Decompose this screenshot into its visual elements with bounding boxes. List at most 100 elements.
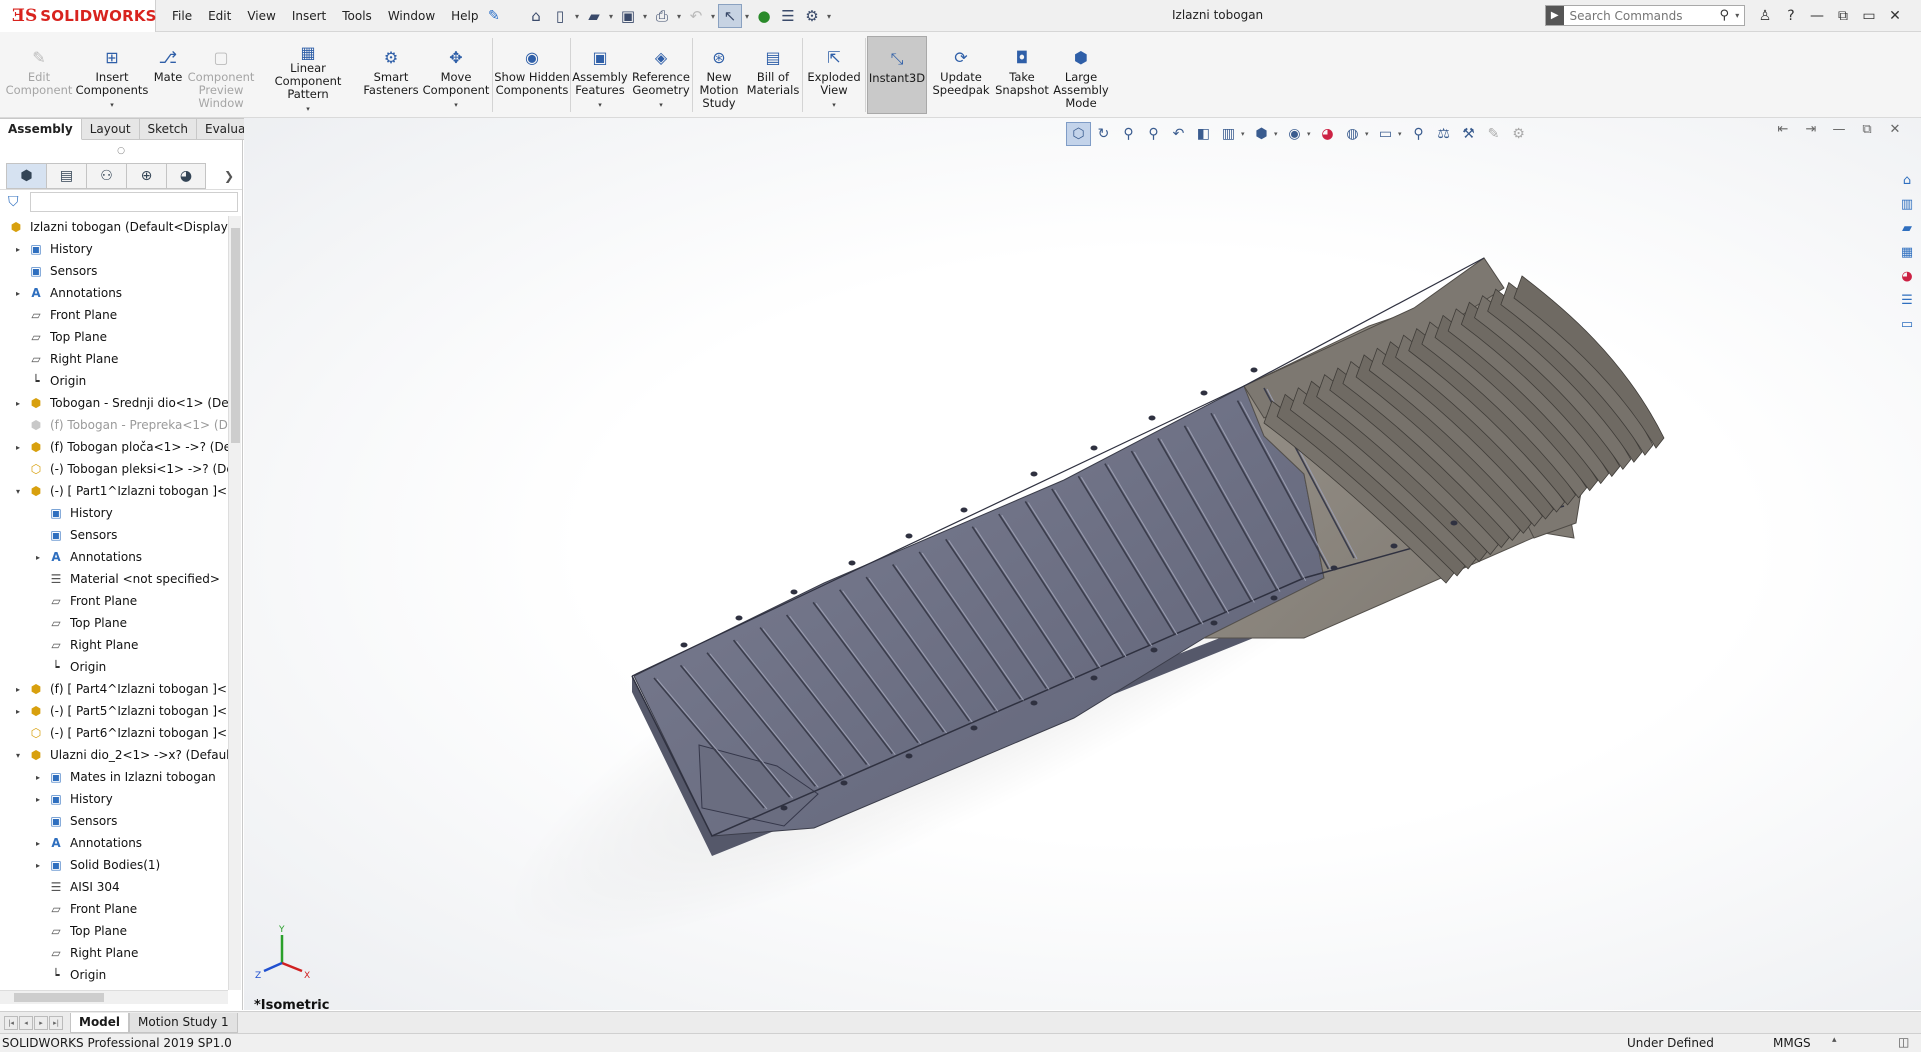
expander-icon[interactable]: ▸	[32, 861, 44, 870]
chevron-down-icon[interactable]: ▾	[598, 99, 602, 112]
tree-item[interactable]: ┕ Origin	[0, 370, 228, 392]
first-tab-icon[interactable]: |◂	[4, 1015, 18, 1030]
view-settings-monitor-icon[interactable]: ▭	[1373, 122, 1398, 146]
tree-item[interactable]: ┕ Origin	[0, 964, 228, 986]
chevron-down-icon[interactable]: ▾	[832, 99, 836, 112]
tools-icon[interactable]: ⚒	[1456, 122, 1481, 146]
viewport-previous-icon[interactable]: ⇤	[1769, 122, 1797, 137]
apply-scene-icon[interactable]: ◍	[1340, 122, 1365, 146]
print-dropdown-icon[interactable]: ▾	[674, 12, 684, 21]
move-component-button[interactable]: ✥ Move Component ▾	[423, 36, 490, 114]
tree-item[interactable]: ▾ ⬢ Ulazni dio_2<1> ->x? (Default<<l	[0, 744, 228, 766]
menu-help[interactable]: Help	[451, 9, 478, 23]
expander-icon[interactable]: ▸	[12, 685, 24, 694]
tree-item[interactable]: ▸ ⬢ (-) [ Part5^Izlazni tobogan ]<1> (	[0, 700, 228, 722]
expander-icon[interactable]: ▸	[32, 839, 44, 848]
take-snapshot-button[interactable]: ◘ Take Snapshot	[995, 36, 1049, 114]
insert-components-button[interactable]: ⊞ Insert Components ▾	[76, 36, 149, 114]
tree-item[interactable]: ☰ Material <not specified>	[0, 568, 228, 590]
chevron-down-icon[interactable]: ▾	[110, 99, 114, 112]
previous-view-arrow-icon[interactable]: ↶	[1166, 122, 1191, 146]
view-palette-icon[interactable]: ▦	[1895, 240, 1919, 264]
tree-item[interactable]: ☰ AISI 304	[0, 876, 228, 898]
hide-show-items-icon[interactable]: ◉	[1282, 122, 1307, 146]
tree-item[interactable]: ▸ ▣ History	[0, 238, 228, 260]
menu-tools[interactable]: Tools	[342, 9, 372, 23]
menu-insert[interactable]: Insert	[292, 9, 326, 23]
zoom-to-area-icon[interactable]: ⚲	[1141, 122, 1166, 146]
section-view-icon[interactable]: ◧	[1191, 122, 1216, 146]
scene-dropdown-icon[interactable]: ▾	[1365, 130, 1373, 138]
expander-icon[interactable]: ▸	[32, 773, 44, 782]
dynamic-annotation-icon[interactable]: ▥	[1216, 122, 1241, 146]
undo-dropdown-icon[interactable]: ▾	[708, 12, 718, 21]
linear-component-pattern-button[interactable]: ▦ Linear Component Pattern ▾	[258, 36, 358, 114]
viewport-minimize-icon[interactable]: —	[1825, 122, 1853, 137]
filter-icon[interactable]: ⛉	[8, 194, 30, 210]
command-prompt-icon[interactable]: ▶	[1546, 6, 1564, 25]
solidworks-logo[interactable]: ƎS SOLIDWORKS	[0, 0, 156, 32]
new-document-icon[interactable]: ▯	[548, 4, 572, 28]
feature-manager-tab-icon[interactable]: ⬢	[6, 162, 46, 189]
tree-item[interactable]: ▾ ⬢ (-) [ Part1^Izlazni tobogan ]<1> (	[0, 480, 228, 502]
forum-icon[interactable]: ▭	[1895, 312, 1919, 336]
minimize-icon[interactable]: —	[1804, 8, 1830, 24]
tab-layout[interactable]: Layout	[81, 118, 140, 140]
exploded-view-button[interactable]: ⇱ Exploded View ▾	[804, 36, 864, 114]
graphics-area[interactable]: ⬡ ↻ ⚲ ⚲ ↶ ◧ ▥ ▾ ⬢ ▾ ◉ ▾ ◕ ◍ ▾ ▭ ▾ ⚲ ⚖ ⚒ ✎ ⚙ ⇤…	[244, 118, 1921, 1013]
tree-item[interactable]: ▸ ▣ Solid Bodies(1)	[0, 854, 228, 876]
scroll-thumb[interactable]	[14, 993, 104, 1002]
tab-sketch[interactable]: Sketch	[139, 118, 197, 140]
settings-gear-icon[interactable]: ⚙	[1506, 122, 1531, 146]
search-dropdown-icon[interactable]: ▾	[1735, 11, 1744, 20]
scroll-thumb[interactable]	[231, 228, 240, 443]
save-dropdown-icon[interactable]: ▾	[640, 12, 650, 21]
units-dropdown-icon[interactable]: ▴	[1832, 1035, 1837, 1045]
restore-icon[interactable]: ⧉	[1830, 8, 1856, 24]
home-icon[interactable]: ⌂	[524, 4, 548, 28]
tree-item[interactable]: ▱ Top Plane	[0, 326, 228, 348]
select-pointer-icon[interactable]: ↖	[718, 4, 742, 28]
chevron-down-icon[interactable]: ▾	[306, 103, 310, 116]
tree-item[interactable]: ▣ Sensors	[0, 260, 228, 282]
user-icon[interactable]: ♙	[1752, 8, 1778, 24]
bottom-tab-model[interactable]: Model	[70, 1012, 130, 1033]
tree-item[interactable]: ▣ Sensors	[0, 524, 228, 546]
open-dropdown-icon[interactable]: ▾	[606, 12, 616, 21]
file-explorer-icon[interactable]: ▰	[1895, 216, 1919, 240]
update-speedpak-button[interactable]: ⟳ Update Speedpak	[932, 36, 990, 114]
previous-view-icon[interactable]: ↻	[1091, 122, 1116, 146]
tab-assembly[interactable]: Assembly	[0, 118, 82, 140]
tree-item[interactable]: ▸ ⬢ (f) [ Part4^Izlazni tobogan ]<1> (	[0, 678, 228, 700]
tree-item[interactable]: ▱ Top Plane	[0, 612, 228, 634]
tree-item[interactable]: ▱ Right Plane	[0, 634, 228, 656]
expander-icon[interactable]: ▾	[12, 487, 24, 496]
tree-item[interactable]: ▣ History	[0, 502, 228, 524]
viewport-restore-icon[interactable]: ⧉	[1853, 122, 1881, 137]
menu-view[interactable]: View	[247, 9, 275, 23]
close-icon[interactable]: ✕	[1882, 8, 1908, 24]
display-manager-tab-icon[interactable]: ◕	[166, 162, 206, 189]
custom-properties-icon[interactable]: ☰	[1895, 288, 1919, 312]
tree-vertical-scrollbar[interactable]	[228, 216, 241, 990]
tree-item[interactable]: ▣ Sensors	[0, 810, 228, 832]
viewport-next-icon[interactable]: ⇥	[1797, 122, 1825, 137]
expander-icon[interactable]: ▸	[12, 289, 24, 298]
instant3d-button[interactable]: ⤡ Instant3D	[867, 36, 927, 114]
tree-item[interactable]: ▸ ⬢ (f) Tobogan ploča<1> ->? (Defau	[0, 436, 228, 458]
view-settings-dropdown-icon[interactable]: ▾	[1398, 130, 1406, 138]
options-dropdown-icon[interactable]: ▾	[824, 12, 834, 21]
expander-icon[interactable]: ▾	[12, 751, 24, 760]
rebuild-traffic-light-icon[interactable]: ●	[752, 4, 776, 28]
large-assembly-mode-button[interactable]: ⬢ Large Assembly Mode	[1050, 36, 1112, 114]
tree-item[interactable]: ▱ Right Plane	[0, 942, 228, 964]
tree-item[interactable]: ▱ Front Plane	[0, 590, 228, 612]
bill-of-materials-button[interactable]: ▤ Bill of Materials	[746, 36, 800, 114]
help-icon[interactable]: ?	[1778, 8, 1804, 24]
filter-input[interactable]	[30, 192, 238, 212]
expander-icon[interactable]: ▸	[12, 443, 24, 452]
more-tabs-chevron-icon[interactable]: ❯	[224, 169, 234, 183]
save-icon[interactable]: ▣	[616, 4, 640, 28]
mate-button[interactable]: ⎇ Mate	[150, 36, 186, 114]
appearances-icon[interactable]: ◕	[1895, 264, 1919, 288]
